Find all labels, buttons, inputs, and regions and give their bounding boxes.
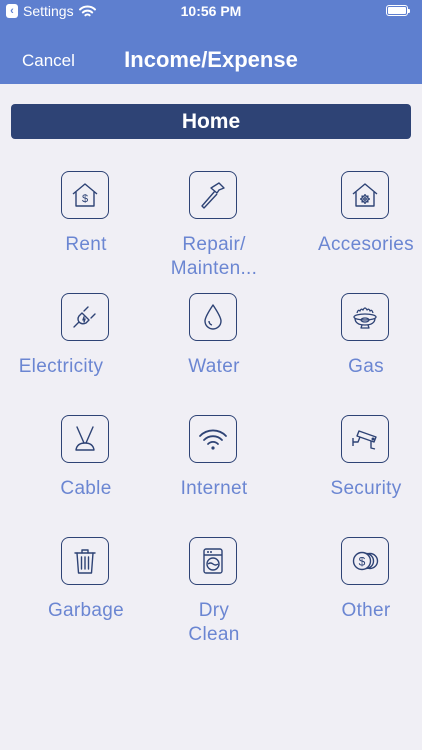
- section-header-home: Home: [11, 104, 411, 139]
- water-drop-icon: [189, 293, 237, 341]
- category-label: Other: [341, 600, 391, 621]
- category-label: Electricity: [18, 356, 104, 377]
- back-to-settings[interactable]: ‹ Settings: [6, 3, 96, 19]
- house-gear-icon: [341, 171, 389, 219]
- category-label: Accesories: [318, 234, 414, 255]
- category-label: Cable: [60, 478, 112, 499]
- svg-text:$: $: [359, 555, 366, 569]
- battery-icon: [386, 5, 410, 16]
- hammer-icon: [189, 171, 237, 219]
- security-camera-icon: [341, 415, 389, 463]
- wifi-icon: [189, 415, 237, 463]
- cancel-button[interactable]: Cancel: [22, 51, 75, 71]
- category-label: Garbage: [47, 600, 125, 621]
- category-label: Dry Clean: [188, 600, 240, 645]
- tv-antenna-icon: [61, 415, 109, 463]
- wifi-status-icon: [78, 5, 96, 16]
- trash-can-icon: [61, 537, 109, 585]
- svg-text:$: $: [82, 193, 88, 205]
- status-carrier: Settings: [23, 3, 74, 19]
- gas-burner-icon: [341, 293, 389, 341]
- category-label: Water: [188, 356, 240, 377]
- category-label: Gas: [348, 356, 384, 377]
- plug-icon: [61, 293, 109, 341]
- category-label: Internet: [180, 478, 248, 499]
- navigation-bar: Cancel Income/Expense: [0, 24, 422, 84]
- category-label: Security: [330, 478, 402, 499]
- category-label: Rent: [65, 234, 107, 255]
- washing-machine-icon: [189, 537, 237, 585]
- house-dollar-icon: $: [61, 171, 109, 219]
- coins-icon: $: [341, 537, 389, 585]
- back-arrow-icon: ‹: [6, 4, 18, 18]
- category-label: Repair/Mainten...: [170, 234, 258, 279]
- status-bar: ‹ Settings 10:56 PM: [0, 0, 422, 24]
